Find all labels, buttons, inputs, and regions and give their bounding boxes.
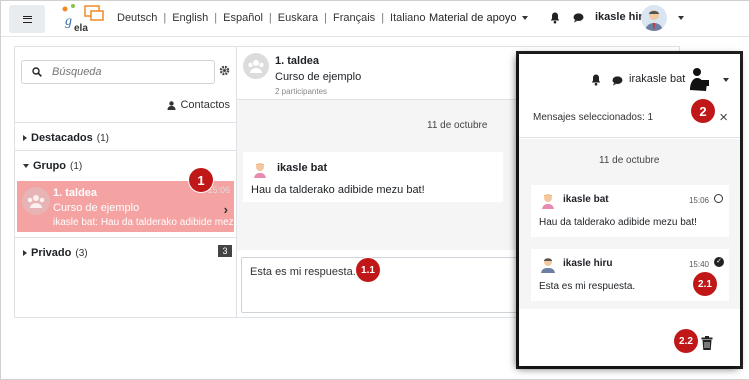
conversation-last-message: ikasle bat: Hau da talderako adibide mez…: [53, 217, 259, 228]
avatar: [539, 255, 557, 273]
unread-badge: 3: [218, 245, 232, 257]
contacts-link[interactable]: Contactos: [167, 99, 230, 111]
section-label: Destacados: [31, 132, 93, 144]
search-input[interactable]: [52, 62, 210, 82]
bell-icon[interactable]: [550, 12, 560, 27]
material-label: Material de apoyo: [429, 12, 517, 24]
chevron-right-icon: [23, 250, 27, 256]
chevron-right-icon: [23, 135, 27, 141]
chevron-right-icon: ›: [223, 202, 228, 217]
contacts-label: Contactos: [180, 99, 230, 111]
message-text: Esta es mi respuesta.: [539, 281, 636, 292]
close-icon[interactable]: ×: [719, 109, 728, 126]
chevron-down-icon[interactable]: [678, 16, 684, 20]
message-compose-input[interactable]: Esta es mi respuesta.: [241, 257, 521, 313]
conversation-name: 1. taldea: [53, 187, 98, 199]
chevron-down-icon[interactable]: [723, 78, 729, 82]
bell-icon[interactable]: [591, 74, 601, 89]
conversation-course: Curso de ejemplo: [275, 71, 362, 83]
chevron-down-icon: [23, 164, 29, 168]
message-sender: ikasle bat: [277, 162, 328, 174]
section-destacados[interactable]: Destacados (1): [15, 122, 236, 144]
hamburger-icon: [22, 15, 32, 23]
conversation-course: Curso de ejemplo: [53, 202, 140, 214]
avatar: [539, 191, 557, 209]
gear-icon[interactable]: [219, 65, 230, 79]
message-sender: ikasle bat: [563, 194, 609, 205]
search-box: [21, 60, 215, 84]
section-count: (3): [75, 247, 88, 259]
section-privado[interactable]: Privado (3): [15, 237, 236, 259]
svg-text:ela: ela: [74, 23, 88, 34]
selected-count-text: Mensajes seleccionados: 1: [533, 112, 654, 123]
lang-link-espanol[interactable]: Español: [223, 12, 263, 24]
user-name[interactable]: irakasle bat: [629, 73, 685, 85]
lang-link-english[interactable]: English: [172, 12, 208, 24]
material-dropdown[interactable]: Material de apoyo: [429, 12, 529, 24]
section-label: Privado: [31, 247, 72, 259]
chat-icon[interactable]: [612, 76, 623, 89]
group-avatar: [243, 53, 269, 79]
group-avatar: [22, 187, 50, 215]
message-text: Hau da talderako adibide mezu bat!: [539, 217, 697, 228]
last-sender: ikasle bat:: [53, 217, 99, 228]
message-sender: ikasle hiru: [563, 258, 613, 269]
message-text: Hau da talderako adibide mezu bat!: [251, 184, 425, 196]
annotation-marker-1: 1: [189, 168, 213, 192]
user-icon: [167, 100, 176, 110]
trash-icon[interactable]: [701, 336, 713, 353]
lang-link-italiano[interactable]: Italiano: [390, 12, 425, 24]
compose-value: Esta es mi respuesta.: [250, 266, 356, 278]
section-count: (1): [96, 132, 109, 144]
date-separator: 11 de octubre: [599, 155, 660, 166]
top-navbar: g ela Deutsch | English | Español | Euskara…: [1, 1, 749, 37]
annotation-marker-2: 2: [691, 99, 715, 123]
lang-link-euskara[interactable]: Euskara: [278, 12, 318, 24]
avatar[interactable]: [641, 5, 667, 31]
annotation-marker-2-1: 2.1: [693, 272, 717, 296]
message[interactable]: ikasle bat 15:06 Hau da talderako adibid…: [531, 185, 729, 237]
drawer-header: irakasle bat: [519, 54, 740, 98]
last-text: Hau da talderako adibide mezu bat!: [100, 217, 259, 228]
conversation-title[interactable]: 1. taldea: [275, 55, 319, 67]
chevron-down-icon: [522, 16, 529, 21]
message-time: 15:06: [688, 196, 709, 205]
search-icon: [32, 67, 42, 80]
section-count: (1): [70, 160, 83, 172]
participants-count[interactable]: 2 participantes: [275, 87, 327, 96]
annotation-marker-1-1: 1.1: [356, 258, 380, 282]
lang-link-francais[interactable]: Français: [333, 12, 375, 24]
message[interactable]: ikasle bat Hau da talderako adibide mezu…: [243, 152, 503, 202]
chat-icon[interactable]: [573, 13, 584, 26]
language-menu: Deutsch | English | Español | Euskara | Fran…: [117, 12, 426, 24]
svg-text:g: g: [65, 14, 72, 29]
annotation-marker-2-2: 2.2: [674, 329, 698, 353]
section-grupo[interactable]: Grupo (1): [15, 150, 236, 172]
select-radio[interactable]: [714, 194, 723, 203]
site-logo[interactable]: g ela: [57, 3, 107, 35]
section-label: Grupo: [33, 160, 66, 172]
date-separator: 11 de octubre: [427, 120, 488, 131]
avatar: [251, 160, 269, 178]
lang-link-deutsch[interactable]: Deutsch: [117, 12, 157, 24]
message-time: 15:40: [688, 260, 709, 269]
avatar[interactable]: [685, 66, 711, 92]
check-icon[interactable]: ✓: [714, 257, 724, 267]
menu-toggle-button[interactable]: [9, 5, 45, 33]
